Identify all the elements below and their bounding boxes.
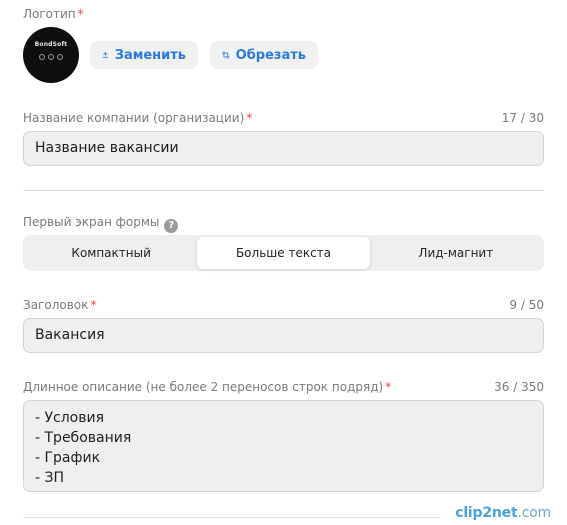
- crop-button-label: Обрезать: [235, 47, 306, 63]
- option-compact[interactable]: Компактный: [25, 237, 197, 269]
- watermark-suffix: .com: [517, 505, 551, 521]
- crop-logo-button[interactable]: Обрезать: [210, 41, 318, 69]
- company-logo: BondSoft: [23, 27, 79, 83]
- logo-dots: [23, 54, 79, 60]
- bottom-divider: [23, 517, 441, 518]
- upload-icon: [102, 52, 109, 59]
- heading-field[interactable]: Вакансия: [23, 318, 544, 353]
- description-line: - ЗП: [35, 470, 65, 486]
- first-screen-label: Первый экран формы?: [23, 215, 179, 233]
- logo-dot: [48, 54, 54, 60]
- logo-label-text: Логотип: [23, 7, 76, 21]
- crop-icon: [222, 51, 230, 59]
- heading-counter: 9 / 50: [509, 298, 544, 312]
- help-icon[interactable]: ?: [164, 219, 179, 233]
- required-mark: *: [77, 7, 84, 21]
- option-lead-magnet[interactable]: Лид-магнит: [370, 237, 542, 269]
- company-name-field[interactable]: Название вакансии: [23, 131, 544, 166]
- logo-dot: [57, 54, 63, 60]
- company-name-counter: 17 / 30: [501, 111, 544, 125]
- description-line: - Требования: [35, 430, 132, 446]
- heading-label: Заголовок *: [23, 298, 96, 312]
- company-name-label: Название компании (организации) *: [23, 111, 252, 125]
- heading-label-text: Заголовок: [23, 298, 89, 312]
- description-counter: 36 / 350: [494, 380, 544, 394]
- description-label-text: Длинное описание (не более 2 переносов с…: [23, 380, 384, 394]
- logo-label: Логотип *: [23, 7, 84, 21]
- logo-dot: [39, 54, 45, 60]
- logo-wordmark: BondSoft: [34, 41, 68, 48]
- required-mark: *: [385, 380, 392, 394]
- first-screen-label-text: Первый экран формы: [23, 215, 160, 229]
- replace-logo-button[interactable]: Заменить: [90, 41, 198, 69]
- replace-button-label: Заменить: [114, 47, 186, 63]
- required-mark: *: [246, 111, 253, 125]
- watermark-brand: clip2net: [455, 505, 518, 521]
- description-textarea[interactable]: - Условия - Требования - График - ЗП: [23, 400, 544, 492]
- required-mark: *: [90, 298, 97, 312]
- description-line: - Условия: [35, 410, 105, 426]
- option-more-text[interactable]: Больше текста: [197, 237, 370, 269]
- section-divider: [23, 190, 544, 191]
- description-label: Длинное описание (не более 2 переносов с…: [23, 380, 391, 394]
- description-line: - График: [35, 450, 101, 466]
- first-screen-segmented-control: Компактный Больше текста Лид-магнит: [23, 235, 544, 271]
- company-name-label-text: Название компании (организации): [23, 111, 245, 125]
- watermark: clip2net.com: [455, 505, 551, 521]
